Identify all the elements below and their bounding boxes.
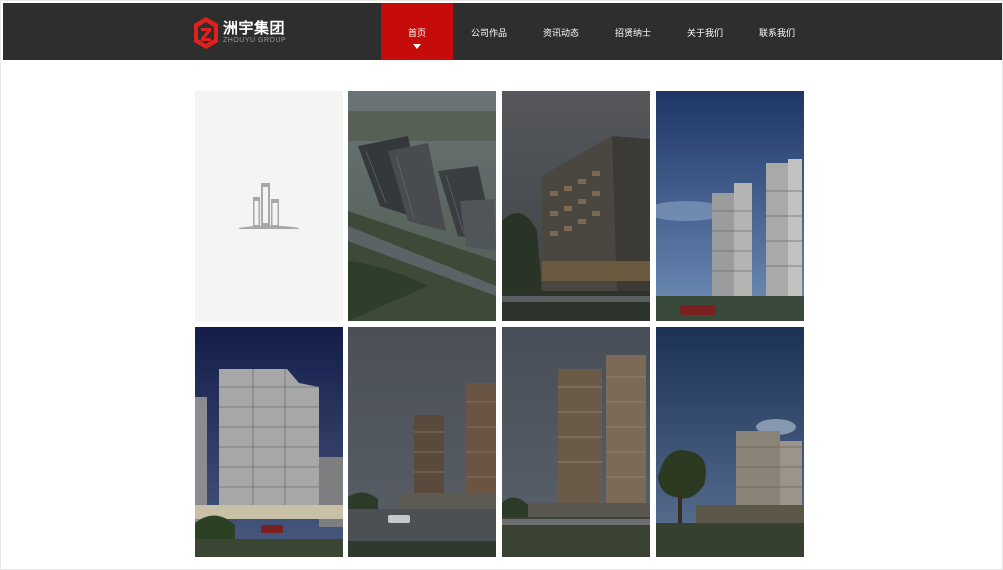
gallery-tile-photo[interactable] bbox=[348, 91, 496, 321]
project-photo bbox=[656, 91, 804, 321]
brand-name: 洲宇集团 bbox=[223, 19, 286, 37]
brand-hexagon-icon bbox=[194, 17, 218, 49]
gallery-tile-photo[interactable] bbox=[656, 91, 804, 321]
nav-item-about[interactable]: 关于我们 bbox=[669, 3, 741, 60]
nav-item-label: 关于我们 bbox=[686, 28, 723, 38]
nav-item-careers[interactable]: 招贤纳士 bbox=[597, 3, 669, 60]
project-photo bbox=[502, 327, 650, 557]
project-photo bbox=[195, 327, 343, 557]
main-nav: 首页 公司作品 资讯动态 招贤纳士 关于我们 联系我们 bbox=[381, 3, 813, 60]
project-photo bbox=[502, 91, 650, 321]
site-header: 洲宇集团 ZHOUYU GROUP 首页 公司作品 资讯动态 招贤纳士 关于我们… bbox=[3, 3, 1002, 60]
nav-item-works[interactable]: 公司作品 bbox=[453, 3, 525, 60]
brand-logo[interactable]: 洲宇集团 ZHOUYU GROUP bbox=[193, 16, 293, 52]
nav-item-label: 资讯动态 bbox=[542, 28, 579, 38]
nav-item-home[interactable]: 首页 bbox=[381, 3, 453, 60]
gallery-tile-photo[interactable] bbox=[502, 91, 650, 321]
caret-down-icon bbox=[413, 44, 421, 49]
nav-item-news[interactable]: 资讯动态 bbox=[525, 3, 597, 60]
nav-item-label: 公司作品 bbox=[470, 28, 507, 38]
gallery-tile-photo[interactable] bbox=[348, 327, 496, 557]
nav-item-label: 招贤纳士 bbox=[614, 28, 651, 38]
project-photo bbox=[348, 91, 496, 321]
gallery-tile-photo[interactable] bbox=[195, 327, 343, 557]
nav-item-label: 联系我们 bbox=[758, 28, 795, 38]
project-photo bbox=[656, 327, 804, 557]
project-photo bbox=[348, 327, 496, 557]
nav-item-contact[interactable]: 联系我们 bbox=[741, 3, 813, 60]
gallery-tile-photo[interactable] bbox=[656, 327, 804, 557]
gallery-tile-placeholder[interactable] bbox=[195, 91, 343, 321]
brand-subtitle: ZHOUYU GROUP bbox=[223, 37, 287, 44]
nav-item-label: 首页 bbox=[407, 28, 426, 38]
building-placeholder-icon bbox=[239, 183, 299, 229]
gallery-tile-photo[interactable] bbox=[502, 327, 650, 557]
